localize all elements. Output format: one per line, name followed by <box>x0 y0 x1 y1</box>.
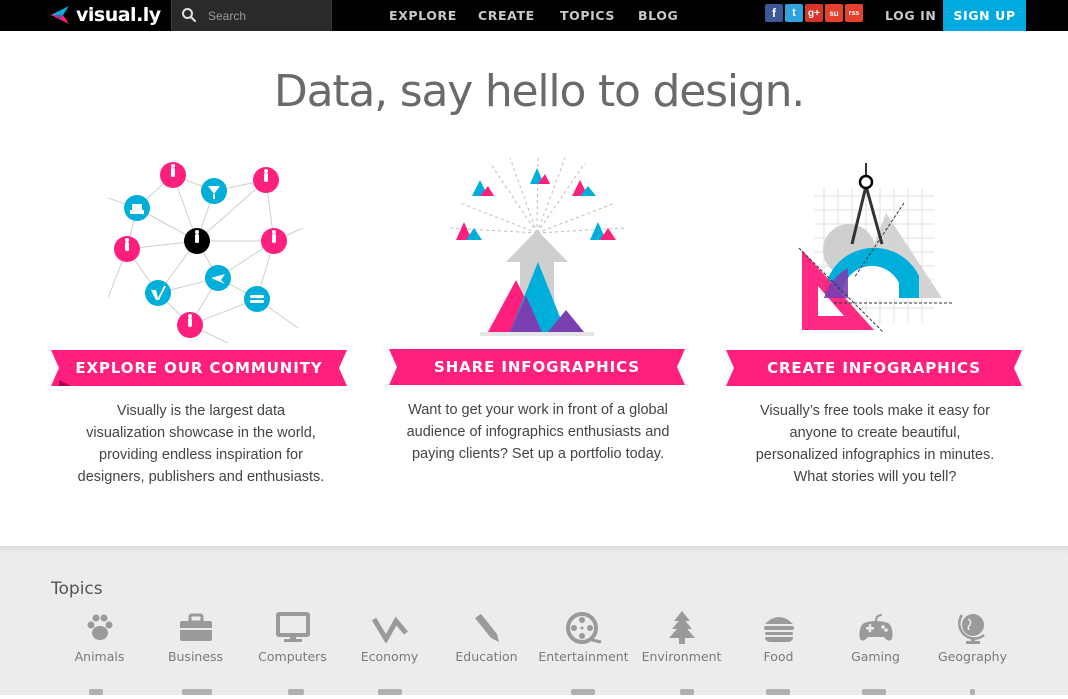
topic-entertainment[interactable]: Entertainment <box>535 609 632 664</box>
logo-mark-icon <box>51 6 69 24</box>
topic-economy[interactable]: Economy <box>341 609 438 664</box>
topics-heading: Topics <box>51 579 103 599</box>
explore-community-ribbon[interactable]: EXPLORE OUR COMMUNITY <box>51 350 347 386</box>
description-line: audience of infographics enthusiasts and <box>406 424 670 440</box>
nav-create[interactable]: CREATE <box>478 0 535 31</box>
visually-logo[interactable]: visual.ly <box>51 3 161 27</box>
search-box[interactable] <box>171 0 332 31</box>
signup-button[interactable]: SIGN UP <box>943 0 1026 31</box>
share-infographics-description: Want to get your work in front of a glob… <box>387 399 689 465</box>
description-line: What stories will you tell? <box>793 469 957 485</box>
burger-icon <box>759 609 799 647</box>
description-line: providing endless inspiration for <box>99 447 303 463</box>
topic-label: Gaming <box>851 649 900 664</box>
facebook-icon[interactable]: f <box>765 4 783 22</box>
topic-food[interactable]: Food <box>730 609 827 664</box>
logo-text: visual.ly <box>76 4 161 26</box>
topic-education[interactable]: Education <box>438 609 535 664</box>
explore-community-title: EXPLORE OUR COMMUNITY <box>75 359 323 377</box>
topics-second-row-partial <box>0 689 1068 699</box>
create-tools-illustration <box>798 163 954 334</box>
top-navigation-bar: visual.ly EXPLORE CREATE TOPICS BLOG f t… <box>0 0 1068 31</box>
film-reel-icon <box>564 609 604 647</box>
topic-label: Environment <box>641 649 722 664</box>
partial-topic-icon <box>182 689 212 695</box>
description-line: visualization showcase in the world, <box>86 425 316 441</box>
topic-label: Education <box>455 649 518 664</box>
description-line: personalized infographics in minutes. <box>755 447 995 463</box>
nav-explore[interactable]: EXPLORE <box>389 0 457 31</box>
description-line: Visually’s free tools make it easy for <box>760 403 990 419</box>
topic-label: Animals <box>74 649 125 664</box>
topic-gaming[interactable]: Gaming <box>827 609 924 664</box>
partial-topic-icon <box>862 689 886 695</box>
partial-topic-icon <box>571 689 595 695</box>
topic-label: Economy <box>360 649 419 664</box>
tree-icon <box>662 609 702 647</box>
nav-blog[interactable]: BLOG <box>638 0 678 31</box>
search-icon <box>182 8 197 23</box>
share-arrow-illustration <box>450 158 625 336</box>
topics-section: Topics Animals Business Computers Econom… <box>0 546 1068 695</box>
partial-topic-icon <box>89 689 103 695</box>
topic-label: Food <box>763 649 794 664</box>
partial-topic-icon <box>766 689 790 695</box>
description-line: Want to get your work in front of a glob… <box>408 402 668 418</box>
share-infographics-title: SHARE INFOGRAPHICS <box>433 358 640 376</box>
page-headline: Data, say hello to design. <box>273 66 805 117</box>
google-plus-icon[interactable]: g+ <box>805 4 823 22</box>
community-network-illustration <box>108 162 304 343</box>
partial-topic-icon <box>378 689 402 695</box>
topic-label: Geography <box>937 649 1007 664</box>
create-infographics-title: CREATE INFOGRAPHICS <box>767 359 981 377</box>
create-infographics-description: Visually’s free tools make it easy for a… <box>725 400 1025 488</box>
nav-topics[interactable]: TOPICS <box>560 0 615 31</box>
description-line: Visually is the largest data <box>116 403 286 419</box>
topic-geography[interactable]: Geography <box>924 609 1021 664</box>
description-line: designers, publishers and enthusiasts. <box>77 469 325 485</box>
briefcase-icon <box>176 609 216 647</box>
description-line: anyone to create beautiful, <box>789 425 961 441</box>
twitter-icon[interactable]: t <box>785 4 803 22</box>
partial-topic-icon <box>288 689 304 695</box>
topic-animals[interactable]: Animals <box>51 609 148 664</box>
stumbleupon-icon[interactable]: su <box>825 4 843 22</box>
gamepad-icon <box>856 609 896 647</box>
topic-computers[interactable]: Computers <box>244 609 341 664</box>
trend-icon <box>370 609 410 647</box>
social-links: f t g+ su rss <box>765 4 863 22</box>
paw-icon <box>80 609 120 647</box>
login-link[interactable]: LOG IN <box>885 0 936 31</box>
search-input[interactable] <box>208 7 326 24</box>
partial-topic-icon <box>680 689 694 695</box>
create-infographics-ribbon[interactable]: CREATE INFOGRAPHICS <box>726 350 1022 386</box>
monitor-icon <box>273 609 313 647</box>
partial-topic-icon <box>970 689 975 695</box>
share-infographics-ribbon[interactable]: SHARE INFOGRAPHICS <box>389 349 685 385</box>
explore-community-description: Visually is the largest data visualizati… <box>51 400 351 488</box>
topic-label: Entertainment <box>538 649 629 664</box>
pencil-icon <box>467 609 507 647</box>
topic-label: Computers <box>258 649 327 664</box>
description-line: paying clients? Set up a portfolio today… <box>411 446 665 462</box>
topic-label: Business <box>167 649 224 664</box>
topic-environment[interactable]: Environment <box>633 609 730 664</box>
rss-icon[interactable]: rss <box>845 4 863 22</box>
globe-icon <box>953 609 993 647</box>
topic-business[interactable]: Business <box>147 609 244 664</box>
